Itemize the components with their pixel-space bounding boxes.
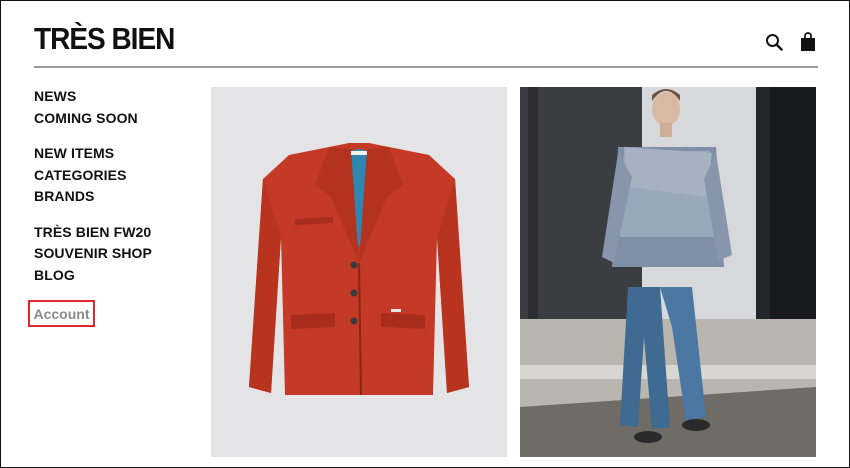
runway-illustration bbox=[520, 87, 816, 457]
nav-group-2: NEW ITEMS CATEGORIES BRANDS bbox=[34, 143, 194, 208]
nav-souvenir-shop[interactable]: SOUVENIR SHOP bbox=[34, 243, 194, 265]
nav-categories[interactable]: CATEGORIES bbox=[34, 165, 194, 187]
header-divider bbox=[34, 66, 818, 68]
site-logo[interactable]: TRÈS BIEN bbox=[34, 22, 175, 57]
nav-brands[interactable]: BRANDS bbox=[34, 186, 194, 208]
nav-blog[interactable]: BLOG bbox=[34, 265, 194, 287]
nav-account[interactable]: Account bbox=[34, 306, 90, 322]
header-icons bbox=[764, 32, 818, 52]
bag-icon[interactable] bbox=[798, 32, 818, 52]
nav-news[interactable]: NEWS bbox=[34, 86, 194, 108]
red-blazer-illustration bbox=[249, 143, 469, 396]
search-icon[interactable] bbox=[764, 32, 784, 52]
nav-tres-bien-fw20[interactable]: TRÈS BIEN FW20 bbox=[34, 222, 194, 244]
nav-group-3: TRÈS BIEN FW20 SOUVENIR SHOP BLOG bbox=[34, 222, 194, 287]
nav-group-1: NEWS COMING SOON bbox=[34, 86, 194, 129]
product-image-red-blazer[interactable] bbox=[211, 87, 507, 457]
nav-coming-soon[interactable]: COMING SOON bbox=[34, 108, 194, 130]
runway-image-model[interactable] bbox=[520, 87, 816, 457]
main-nav: NEWS COMING SOON NEW ITEMS CATEGORIES BR… bbox=[34, 86, 194, 300]
nav-new-items[interactable]: NEW ITEMS bbox=[34, 143, 194, 165]
account-highlight: Account bbox=[28, 300, 95, 327]
